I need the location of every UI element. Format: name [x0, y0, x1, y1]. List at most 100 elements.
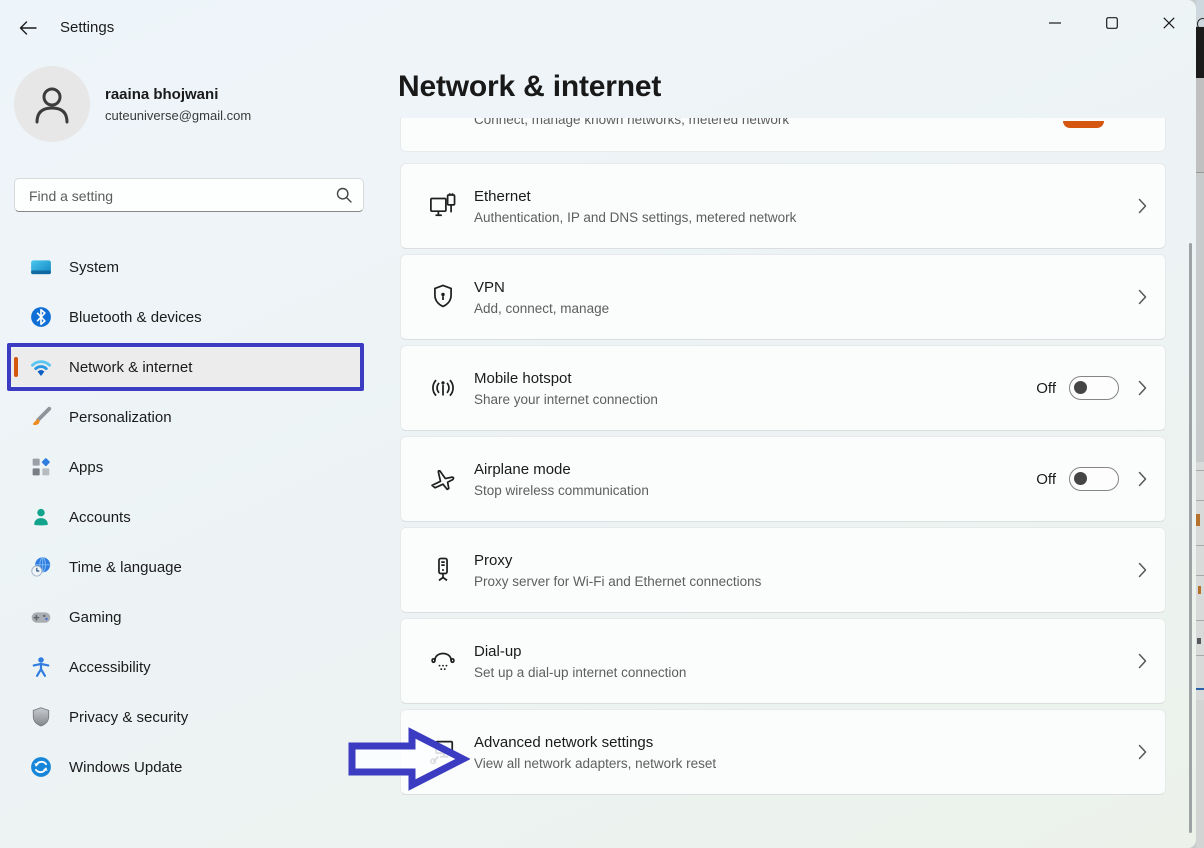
- card-ethernet[interactable]: Ethernet Authentication, IP and DNS sett…: [400, 163, 1166, 249]
- sidebar-item-label: System: [69, 259, 119, 276]
- maximize-icon: [1106, 17, 1118, 29]
- airplane-icon: [427, 463, 459, 495]
- window-title: Settings: [60, 19, 114, 36]
- sidebar-item-privacy[interactable]: Privacy & security: [10, 698, 364, 736]
- sidebar-item-label: Time & language: [69, 559, 182, 576]
- sidebar-item-apps[interactable]: Apps: [10, 448, 364, 486]
- minimize-button[interactable]: [1032, 6, 1078, 40]
- system-icon: [30, 256, 52, 278]
- search-box: [14, 178, 364, 212]
- sidebar-item-label: Privacy & security: [69, 709, 188, 726]
- card-wifi-partial[interactable]: Connect, manage known networks, metered …: [400, 118, 1166, 152]
- card-dial-up[interactable]: Dial-up Set up a dial-up internet connec…: [400, 618, 1166, 704]
- proxy-server-icon: [427, 554, 459, 586]
- bluetooth-icon: [30, 306, 52, 328]
- dialup-phone-icon: [427, 645, 459, 677]
- profile-email: cuteuniverse@gmail.com: [105, 108, 251, 123]
- minimize-icon: [1049, 22, 1061, 24]
- toggle-knob: [1074, 472, 1087, 485]
- sidebar-item-personalization[interactable]: Personalization: [10, 398, 364, 436]
- card-mobile-hotspot[interactable]: Mobile hotspot Share your internet conne…: [400, 345, 1166, 431]
- sidebar-item-accounts[interactable]: Accounts: [10, 498, 364, 536]
- hotspot-toggle[interactable]: [1069, 376, 1119, 400]
- toggle-state-label: Off: [1036, 471, 1056, 488]
- sidebar-item-bluetooth[interactable]: Bluetooth & devices: [10, 298, 364, 336]
- card-proxy[interactable]: Proxy Proxy server for Wi-Fi and Etherne…: [400, 527, 1166, 613]
- sidebar-item-label: Network & internet: [69, 359, 192, 376]
- sidebar-item-label: Accessibility: [69, 659, 151, 676]
- card-advanced-network-settings[interactable]: Advanced network settings View all netwo…: [400, 709, 1166, 795]
- sidebar-item-accessibility[interactable]: Accessibility: [10, 648, 364, 686]
- card-subtitle: View all network adapters, network reset: [474, 756, 1119, 771]
- card-title: Ethernet: [474, 188, 1119, 205]
- selected-accent-bar: [14, 357, 18, 377]
- sidebar-nav: System Bluetooth & devices Network & int…: [10, 248, 364, 786]
- close-button[interactable]: [1146, 6, 1192, 40]
- card-title: Dial-up: [474, 643, 1119, 660]
- card-subtitle: Set up a dial-up internet connection: [474, 665, 1119, 680]
- avatar[interactable]: [14, 66, 90, 142]
- toggle-knob: [1074, 381, 1087, 394]
- vertical-scrollbar[interactable]: [1189, 243, 1192, 833]
- ethernet-icon: [427, 190, 459, 222]
- card-title: Advanced network settings: [474, 734, 1119, 751]
- sidebar-item-windows-update[interactable]: Windows Update: [10, 748, 364, 786]
- back-button[interactable]: [12, 12, 44, 44]
- settings-window: Settings raaina bhojwani cuteuniverse@gm…: [0, 0, 1196, 848]
- close-icon: [1163, 17, 1175, 29]
- card-airplane-mode[interactable]: Airplane mode Stop wireless communicatio…: [400, 436, 1166, 522]
- wifi-toggle-partial[interactable]: [1063, 121, 1104, 128]
- card-subtitle: Add, connect, manage: [474, 301, 1119, 316]
- globe-clock-icon: [30, 556, 52, 578]
- card-title: Mobile hotspot: [474, 370, 1036, 387]
- settings-card-list: Ethernet Authentication, IP and DNS sett…: [400, 163, 1166, 795]
- chevron-right-icon: [1138, 744, 1147, 760]
- wifi-icon: [30, 356, 52, 378]
- chevron-right-icon: [1138, 198, 1147, 214]
- accessibility-person-icon: [30, 656, 52, 678]
- chevron-right-icon: [1138, 380, 1147, 396]
- sidebar-item-label: Bluetooth & devices: [69, 309, 202, 326]
- toggle-state-label: Off: [1036, 380, 1056, 397]
- paintbrush-icon: [30, 406, 52, 428]
- chevron-right-icon: [1138, 653, 1147, 669]
- sidebar-item-system[interactable]: System: [10, 248, 364, 286]
- advanced-network-icon: [427, 736, 459, 768]
- profile-name: raaina bhojwani: [105, 86, 218, 103]
- back-arrow-icon: [19, 21, 37, 35]
- airplane-toggle[interactable]: [1069, 467, 1119, 491]
- chevron-right-icon: [1138, 471, 1147, 487]
- card-subtitle: Authentication, IP and DNS settings, met…: [474, 210, 1119, 225]
- sidebar-item-label: Windows Update: [69, 759, 182, 776]
- chevron-right-icon: [1138, 562, 1147, 578]
- person-icon: [30, 82, 74, 126]
- maximize-button[interactable]: [1089, 6, 1135, 40]
- card-title: Airplane mode: [474, 461, 1036, 478]
- card-title: Proxy: [474, 552, 1119, 569]
- sync-icon: [30, 756, 52, 778]
- card-subtitle: Connect, manage known networks, metered …: [474, 118, 789, 127]
- sidebar-item-label: Gaming: [69, 609, 122, 626]
- card-subtitle: Proxy server for Wi-Fi and Ethernet conn…: [474, 574, 1119, 589]
- sidebar-item-network[interactable]: Network & internet: [10, 348, 364, 386]
- background-window-sliver: [1196, 0, 1204, 848]
- search-icon: [336, 187, 352, 203]
- card-subtitle: Share your internet connection: [474, 392, 1036, 407]
- accounts-icon: [30, 506, 52, 528]
- sidebar-item-time-language[interactable]: Time & language: [10, 548, 364, 586]
- shield-icon: [30, 706, 52, 728]
- page-title: Network & internet: [398, 70, 661, 104]
- card-subtitle: Stop wireless communication: [474, 483, 1036, 498]
- sidebar-item-label: Apps: [69, 459, 103, 476]
- apps-icon: [30, 456, 52, 478]
- gamepad-icon: [30, 606, 52, 628]
- search-input[interactable]: [27, 179, 331, 213]
- sidebar-item-label: Accounts: [69, 509, 131, 526]
- sidebar-item-label: Personalization: [69, 409, 172, 426]
- card-vpn[interactable]: VPN Add, connect, manage: [400, 254, 1166, 340]
- hotspot-icon: [427, 372, 459, 404]
- chevron-right-icon: [1138, 289, 1147, 305]
- sidebar-item-gaming[interactable]: Gaming: [10, 598, 364, 636]
- vpn-shield-icon: [427, 281, 459, 313]
- card-title: VPN: [474, 279, 1119, 296]
